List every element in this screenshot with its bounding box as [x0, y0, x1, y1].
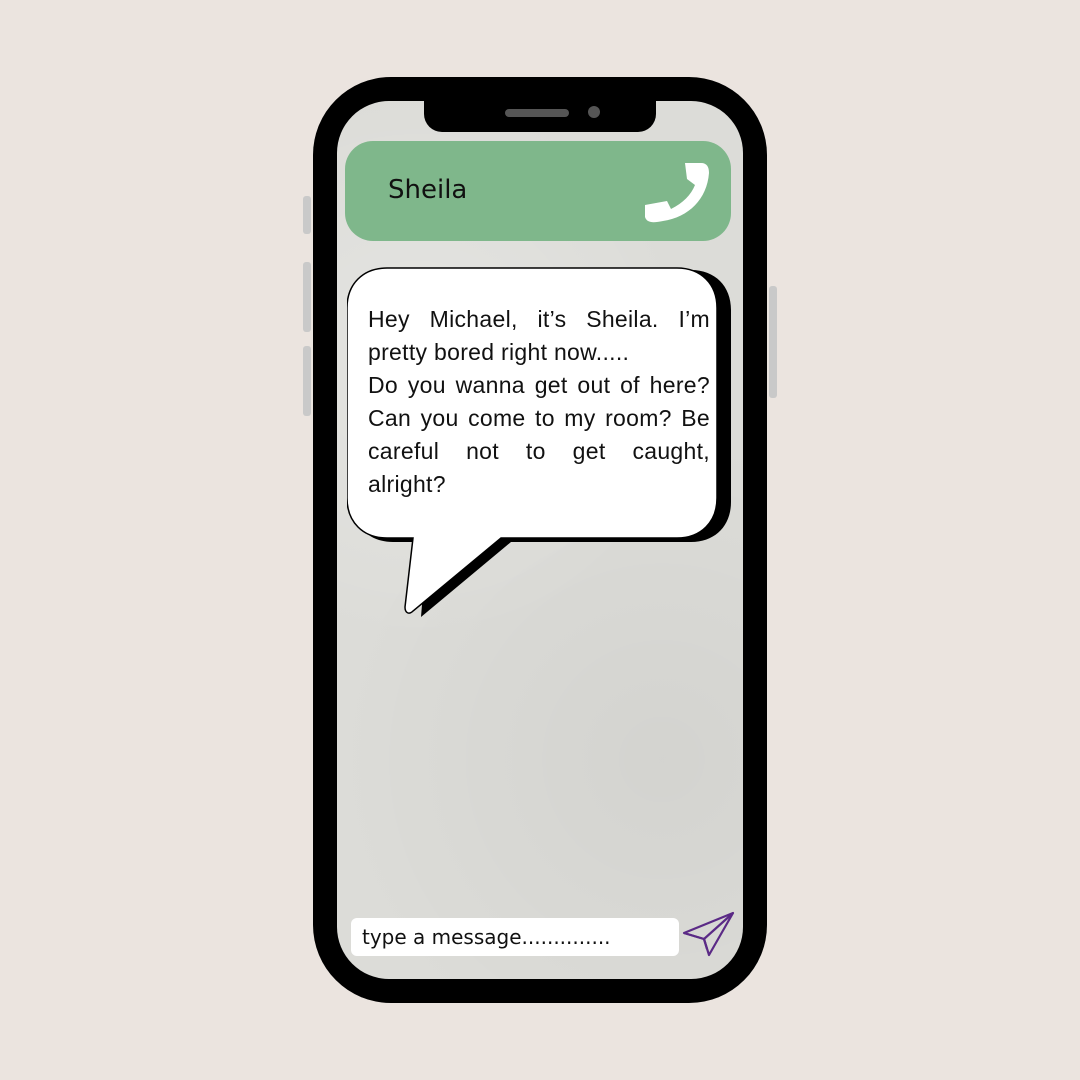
notch	[424, 101, 656, 132]
phone-frame: Sheila Hey Michael, it’s Sheila. I’m pre…	[313, 77, 767, 1003]
earpiece-speaker	[505, 109, 569, 117]
phone-side-button-volume-up	[303, 262, 311, 332]
message-text: Hey Michael, it’s Sheila. I’m pretty bor…	[368, 303, 710, 501]
phone-side-button-mute	[303, 196, 311, 234]
message-input[interactable]: type a message..............	[351, 918, 679, 956]
message-input-placeholder: type a message..............	[362, 925, 611, 949]
contact-name: Sheila	[388, 175, 468, 205]
message-line-2: Do you wanna get out of here? Can you co…	[368, 372, 710, 497]
phone-side-button-volume-down	[303, 346, 311, 416]
message-line-1: Hey Michael, it’s Sheila. I’m pretty bor…	[368, 306, 710, 365]
front-camera	[588, 106, 600, 118]
paper-plane-icon[interactable]	[681, 909, 737, 959]
chat-header: Sheila	[345, 141, 731, 241]
phone-screen: Sheila Hey Michael, it’s Sheila. I’m pre…	[337, 101, 743, 979]
phone-side-button-power	[769, 286, 777, 398]
message-bubble: Hey Michael, it’s Sheila. I’m pretty bor…	[347, 267, 737, 617]
phone-icon[interactable]	[637, 155, 717, 235]
